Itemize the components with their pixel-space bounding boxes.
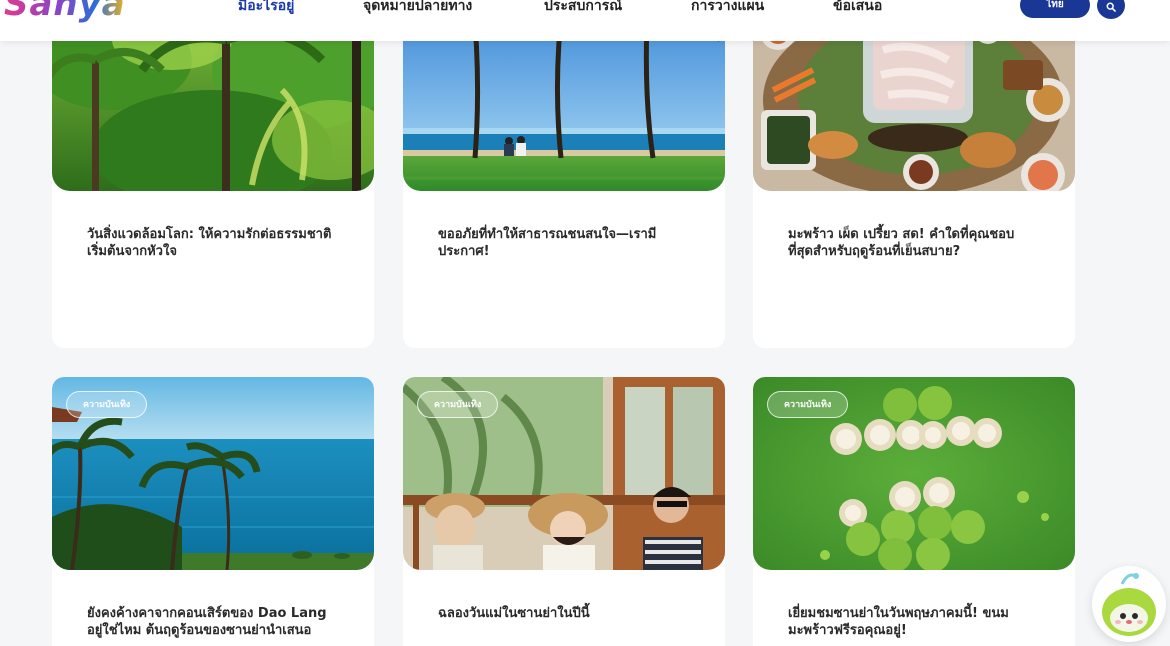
category-badge: ความบันเทิง bbox=[66, 391, 148, 418]
card-title[interactable]: ยังคงค้างคาจากคอนเสิร์ตของ Dao Lang อยู่… bbox=[87, 605, 336, 639]
category-badge: ความบันเทิง bbox=[767, 391, 849, 418]
coconut-mascot-icon bbox=[1102, 573, 1156, 636]
language-button[interactable]: ไทย bbox=[1020, 0, 1090, 18]
card-title[interactable]: ฉลองวันแม่ในซานย่าในปีนี้ bbox=[438, 605, 687, 622]
card-image-coconuts-on-grass: ความบันเทิง bbox=[753, 377, 1075, 570]
card-image-palms-and-sea: ความบันเทิง bbox=[52, 377, 374, 570]
top-navigation-bar: Sanya มีอะไรอยู่ จุดหมายปลายทาง ประสบการ… bbox=[0, 0, 1170, 41]
article-card-world-environment-day[interactable]: วันสิ่งแวดล้อมโลก: ให้ความรักต่อธรรมชาติ… bbox=[52, 0, 374, 348]
card-title[interactable]: ขออภัยที่ทำให้สาธารณชนสนใจ—เรามีประกาศ! bbox=[438, 226, 687, 260]
category-badge: ความบันเทิง bbox=[417, 391, 499, 418]
nav-item-planning[interactable]: การวางแผน bbox=[691, 0, 764, 16]
chat-assistant-button[interactable] bbox=[1092, 566, 1166, 642]
card-title[interactable]: เยี่ยมชมซานย่าในวันพฤษภาคมนี้! ขนมมะพร้า… bbox=[788, 605, 1037, 639]
nav-item-whats-on[interactable]: มีอะไรอยู่ bbox=[238, 0, 294, 16]
sanya-logo[interactable]: Sanya bbox=[4, 0, 126, 24]
nav-item-destinations[interactable]: จุดหมายปลายทาง bbox=[363, 0, 472, 16]
card-title[interactable]: วันสิ่งแวดล้อมโลก: ให้ความรักต่อธรรมชาติ… bbox=[87, 226, 336, 260]
search-button[interactable] bbox=[1097, 0, 1125, 19]
nav-item-offers[interactable]: ข้อเสนอ bbox=[833, 0, 882, 16]
card-image-family-sun-hats: ความบันเทิง bbox=[403, 377, 725, 570]
card-title[interactable]: มะพร้าว เผ็ด เปรี้ยว สด! คำใดที่คุณชอบที… bbox=[788, 226, 1037, 260]
article-card-mothers-day[interactable]: ความบันเทิง ฉลองวันแม่ในซานย่าในปีนี้ bbox=[403, 377, 725, 646]
article-card-dao-lang-concert[interactable]: ความบันเทิง ยังคงค้างคาจากคอนเสิร์ตของ D… bbox=[52, 377, 374, 646]
language-label: ไทย bbox=[1046, 0, 1064, 10]
article-card-coconut-hotpot[interactable]: มะพร้าว เผ็ด เปรี้ยว สด! คำใดที่คุณชอบที… bbox=[753, 0, 1075, 348]
article-card-public-notice[interactable]: ขออภัยที่ทำให้สาธารณชนสนใจ—เรามีประกาศ! bbox=[403, 0, 725, 348]
article-card-free-coconut-dessert[interactable]: ความบันเทิง เยี่ยมชมซานย่าในวันพฤษภาคมนี… bbox=[753, 377, 1075, 646]
nav-item-experiences[interactable]: ประสบการณ์ bbox=[544, 0, 622, 16]
search-icon bbox=[1106, 2, 1116, 12]
